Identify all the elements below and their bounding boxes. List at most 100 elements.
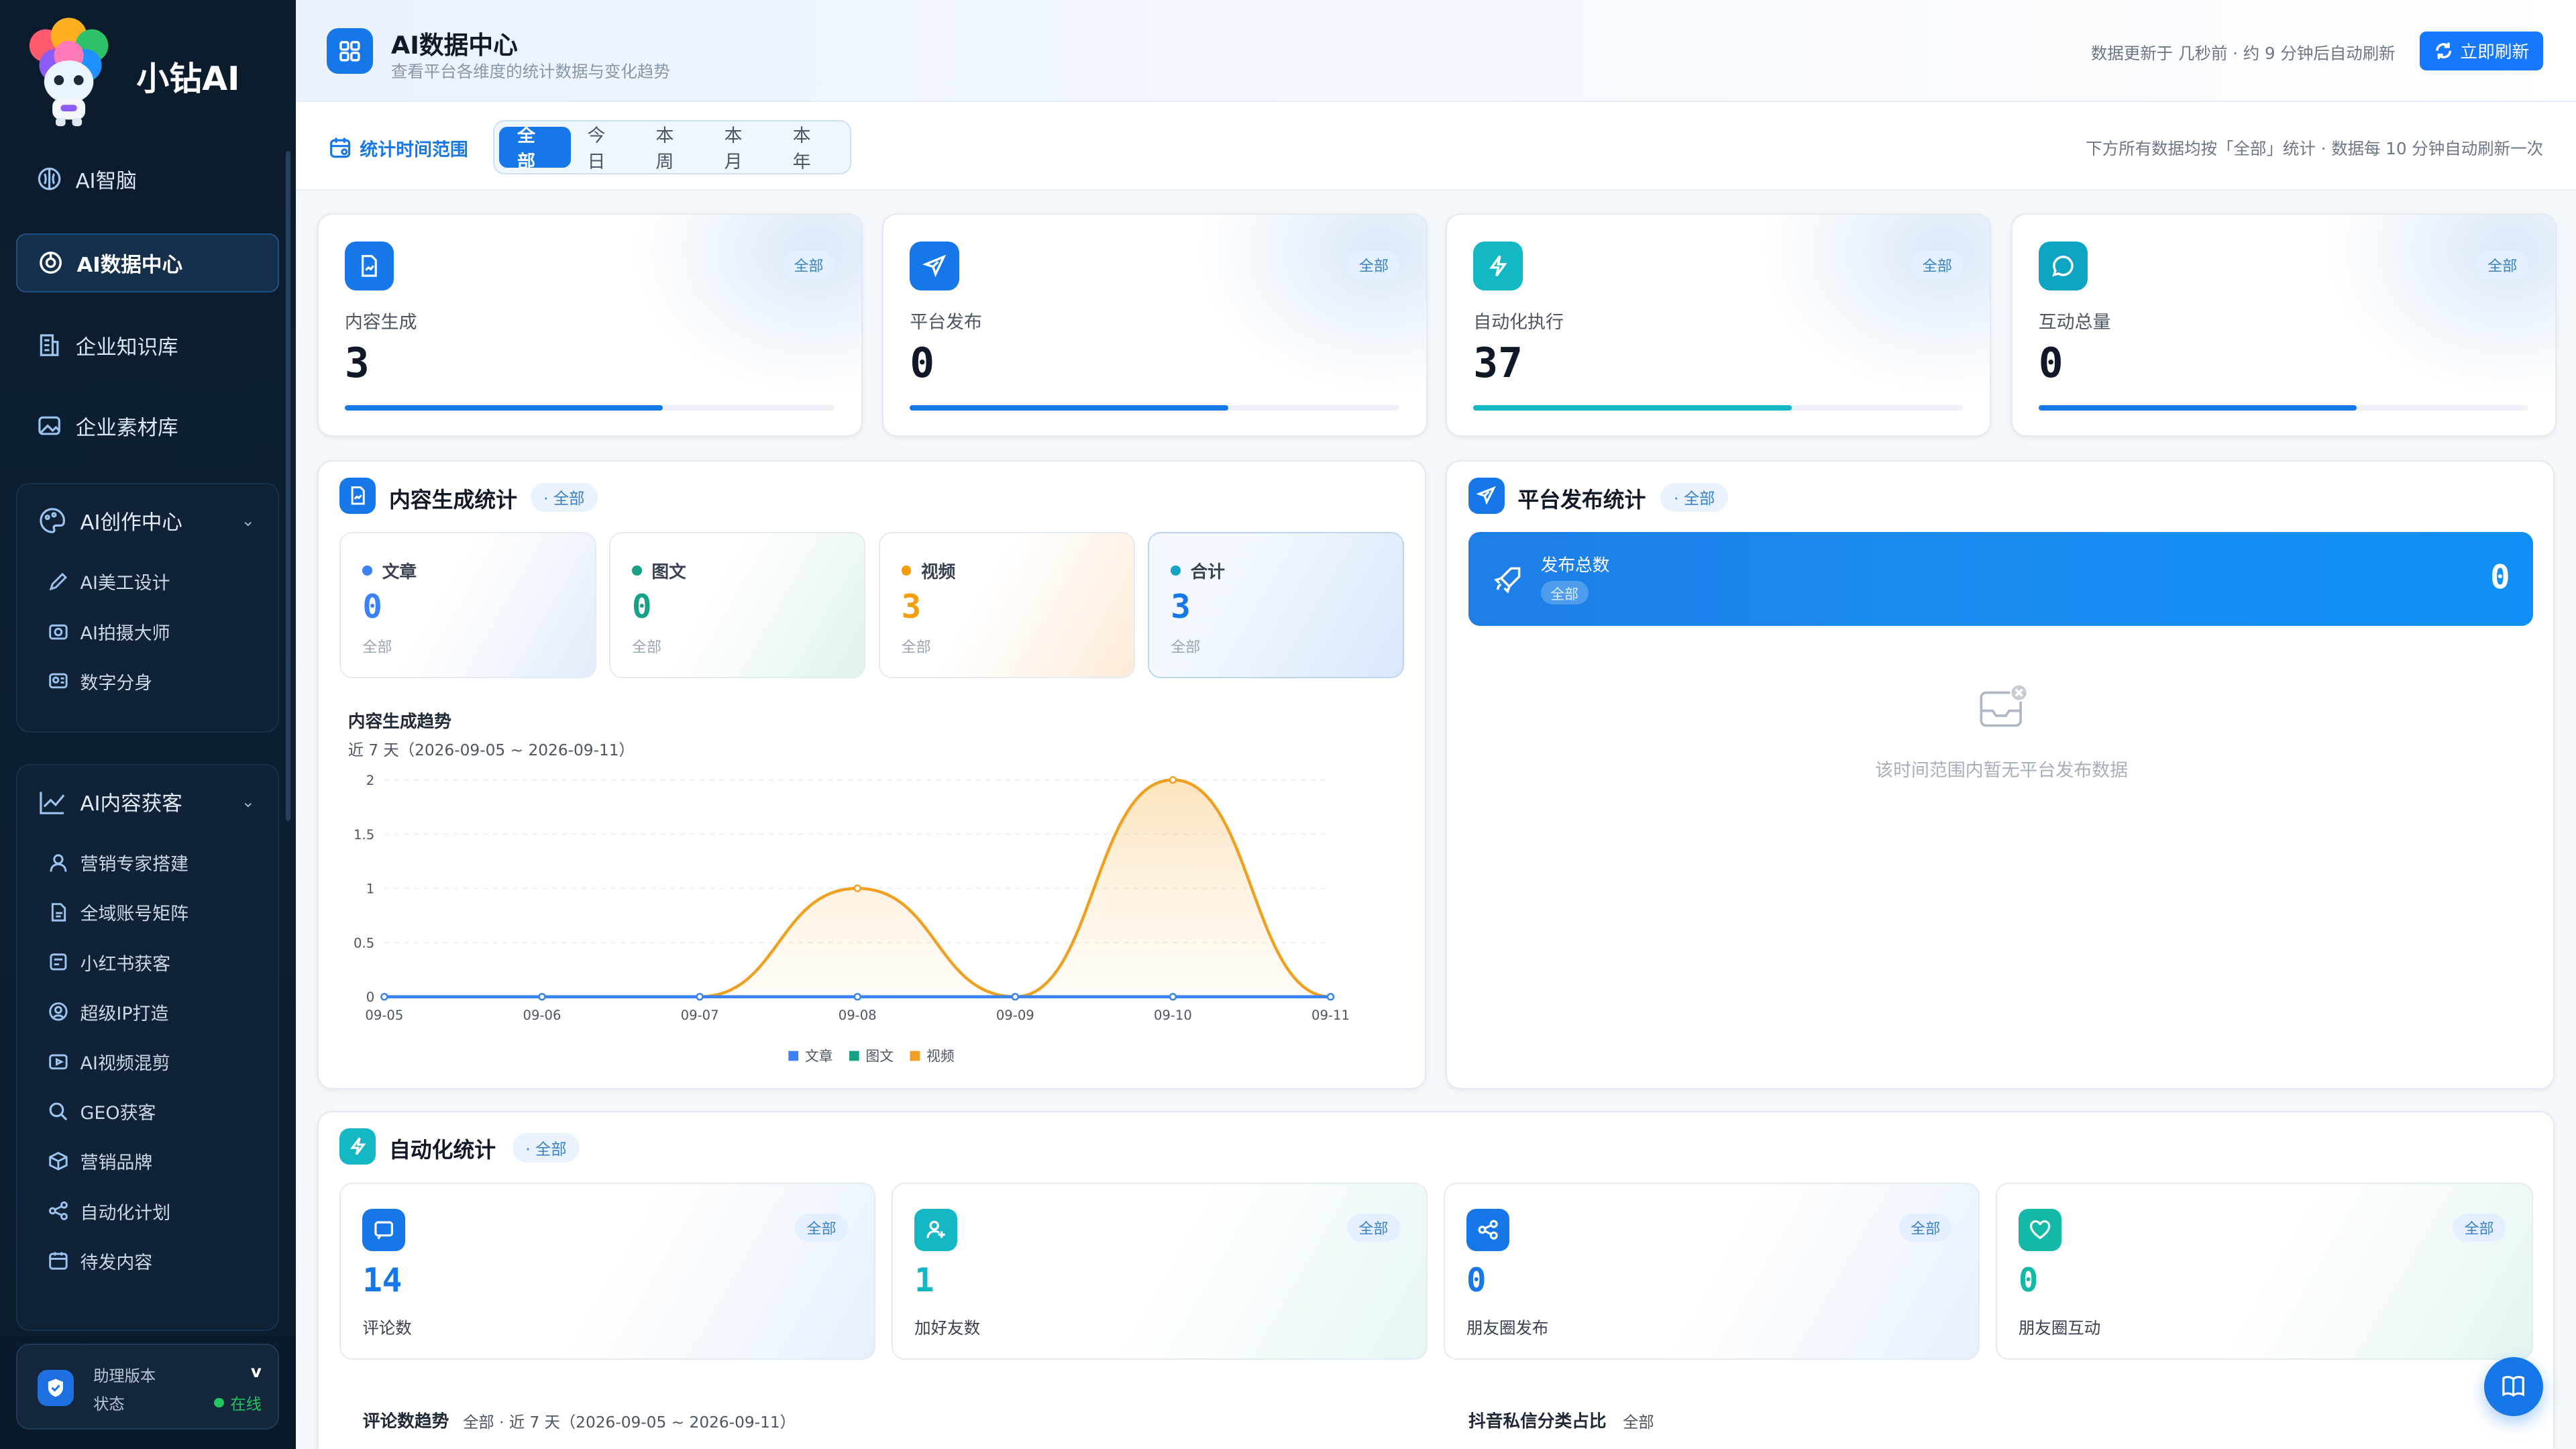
brand-name: 小钻AI [136, 60, 240, 99]
status-label: 状态 [93, 1395, 125, 1413]
document-icon [339, 478, 376, 515]
chat-icon [2038, 241, 2088, 290]
auto-comment-count[interactable]: 全部 14 评论数 [339, 1182, 875, 1360]
sidebar-item-xiaohongshu[interactable]: 小红书获客 [17, 937, 278, 987]
book-icon [2502, 1376, 2525, 1397]
x-tick-label: 09-05 [365, 1008, 403, 1023]
group-ai-creation: AI创作中心 ⌄ AI美工设计 AI拍摄大师 数字分身 [16, 483, 280, 733]
range-option-week[interactable]: 本周 [639, 125, 708, 172]
brain-icon [36, 166, 62, 192]
sidebar-item-digital-avatar[interactable]: 数字分身 [17, 656, 278, 706]
camera-icon [48, 621, 69, 642]
data-point [538, 993, 546, 1001]
kpi-card-publish[interactable]: 全部 平台发布 0 [882, 213, 1428, 437]
stat-label-text: 合计 [1190, 561, 1226, 582]
sidebar-item-super-ip[interactable]: 超级IP打造 [17, 987, 278, 1036]
group-ai-acquisition: AI内容获客 ⌄ 营销专家搭建 全域账号矩阵 小红书获客 超级IP打造 AI视频… [16, 763, 280, 1331]
sidebar-item-ai-video-mix[interactable]: AI视频混剪 [17, 1036, 278, 1086]
publish-stats-card: 平台发布统计 · 全部 发布总数 全部 0 该时间范围内暂无平台发布数据 [1446, 460, 2555, 1089]
share-icon [48, 1200, 69, 1222]
publish-stats-tag: · 全部 [1660, 482, 1728, 513]
stat-value: 3 [1171, 587, 1191, 626]
auto-value: 14 [362, 1260, 402, 1299]
stat-image-text[interactable]: 图文 0 全部 [609, 532, 866, 678]
automation-stats-tag: · 全部 [512, 1133, 580, 1163]
publish-total-banner[interactable]: 发布总数 全部 0 [1468, 532, 2533, 626]
sidebar-item-label: 数字分身 [80, 672, 153, 694]
calendar-icon [329, 138, 350, 158]
mascot-logo[interactable] [23, 16, 115, 128]
nav-ai-brain[interactable]: AI智脑 [16, 150, 279, 209]
automation-stats-title: 自动化统计 [388, 1137, 496, 1163]
kpi-card-automation[interactable]: 全部 自动化执行 37 [1446, 213, 1992, 437]
auto-label: 加好友数 [914, 1318, 981, 1338]
nav-label: 企业素材库 [75, 416, 178, 440]
note-icon [48, 951, 69, 973]
nav-label: 企业知识库 [75, 335, 178, 360]
video-icon [48, 1051, 69, 1073]
automation-stats-card: 自动化统计 · 全部 全部 14 评论数 全部 1 加好友数 全部 0 朋友圈发… [317, 1110, 2555, 1449]
badge-icon [48, 1001, 69, 1022]
range-option-year[interactable]: 本年 [776, 125, 845, 172]
stat-label-text: 视频 [920, 561, 956, 582]
auto-add-friend-count[interactable]: 全部 1 加好友数 [892, 1182, 1428, 1360]
data-point [1326, 993, 1334, 1001]
stat-sub: 全部 [631, 639, 662, 656]
kpi-card-content[interactable]: 全部 内容生成 3 [317, 213, 863, 437]
content-stats-tag: · 全部 [530, 482, 598, 513]
auto-tag: 全部 [1347, 1213, 1400, 1242]
range-option-today[interactable]: 今日 [571, 125, 639, 172]
auto-label: 评论数 [362, 1318, 412, 1338]
kpi-card-interaction[interactable]: 全部 互动总量 0 [2010, 213, 2557, 437]
nav-ai-data-center[interactable]: AI数据中心 [16, 233, 280, 292]
stat-article[interactable]: 文章 0 全部 [339, 532, 596, 678]
status-badge: 在线 [213, 1391, 262, 1414]
y-tick-label: 0.5 [354, 936, 374, 951]
group-header-ai-acquisition[interactable]: AI内容获客 ⌄ [17, 765, 278, 838]
sidebar-item-label: 全域账号矩阵 [80, 904, 189, 925]
sidebar-item-geo[interactable]: GEO获客 [17, 1087, 278, 1136]
legend-swatch [788, 1051, 798, 1061]
auto-tag: 全部 [1899, 1213, 1952, 1242]
help-button[interactable] [2483, 1356, 2544, 1417]
refresh-button[interactable]: 立即刷新 [2420, 31, 2544, 71]
sidebar-item-automation-plan[interactable]: 自动化计划 [17, 1186, 278, 1236]
auto-moments-post-count[interactable]: 全部 0 朋友圈发布 [1444, 1182, 1980, 1360]
legend-swatch [910, 1051, 920, 1061]
sidebar-item-label: 自动化计划 [80, 1202, 171, 1224]
auto-value: 1 [914, 1260, 934, 1299]
sidebar-item-marketing-expert[interactable]: 营销专家搭建 [17, 838, 278, 888]
sidebar-item-ai-shoot[interactable]: AI拍摄大师 [17, 606, 278, 656]
nav-label: AI数据中心 [76, 254, 183, 278]
stat-total[interactable]: 合计 3 全部 [1148, 532, 1405, 678]
time-range-filter: 统计时间范围 全部 今日 本周 本月 本年 下方所有数据均按「全部」统计 · 数… [295, 101, 2576, 191]
nav-asset-library[interactable]: 企业素材库 [16, 396, 279, 455]
time-range-label-text: 统计时间范围 [360, 139, 468, 160]
stat-label: 合计 [1171, 558, 1225, 583]
add-user-icon [914, 1208, 957, 1252]
douyin-title: 抖音私信分类占比 [1468, 1411, 1607, 1432]
trend-title: 内容生成趋势 [347, 712, 451, 733]
nav-knowledge-base[interactable]: 企业知识库 [16, 315, 279, 374]
sidebar-item-account-matrix[interactable]: 全域账号矩阵 [17, 888, 278, 937]
empty-inbox-icon [1980, 684, 2028, 727]
kpi-progress [2038, 405, 2528, 411]
id-card-icon [48, 670, 69, 692]
sidebar: 小钻AI AI智脑 AI数据中心 企业知识库 企业素材库 AI创作中心 ⌄ AI… [0, 0, 296, 1449]
online-dot-icon [213, 1397, 224, 1408]
sidebar-item-pending-content[interactable]: 待发内容 [17, 1236, 278, 1285]
group-header-ai-creation[interactable]: AI创作中心 ⌄ [17, 484, 278, 557]
sidebar-scrollbar[interactable] [286, 151, 291, 822]
kpi-progress-fill [344, 405, 663, 411]
range-option-all[interactable]: 全部 [499, 125, 571, 172]
stat-video[interactable]: 视频 3 全部 [878, 532, 1135, 678]
douyin-sub: 全部 [1623, 1413, 1654, 1432]
range-option-month[interactable]: 本月 [708, 125, 776, 172]
sidebar-item-ai-design[interactable]: AI美工设计 [17, 557, 278, 606]
content-trend-chart[interactable]: 2 1.5 1 0.5 0 09-05 09-06 09-07 09-08 09-09 09-10 0… [348, 767, 1399, 1079]
kpi-progress-fill [2038, 405, 2357, 411]
sidebar-item-marketing-brand[interactable]: 营销品牌 [17, 1136, 278, 1186]
x-tick-label: 09-08 [838, 1008, 876, 1023]
auto-moments-interaction-count[interactable]: 全部 0 朋友圈互动 [1996, 1182, 2533, 1360]
trend-range: 近 7 天（2026-09-05 ~ 2026-09-11） [347, 741, 635, 760]
